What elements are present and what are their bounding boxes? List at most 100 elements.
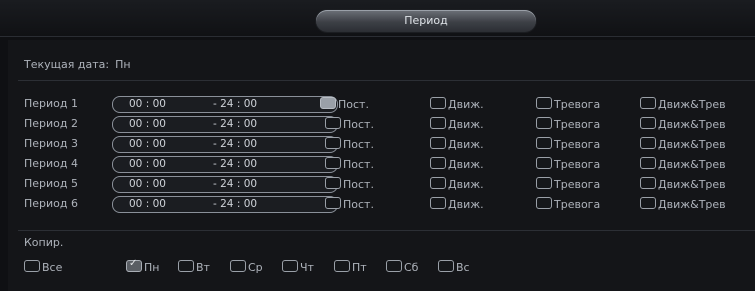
period-label: Период 6 bbox=[24, 197, 79, 210]
motion-alarm-checkbox[interactable]: Движ&Трев bbox=[640, 97, 726, 111]
motion-alarm-checkbox[interactable]: Движ&Трев bbox=[640, 197, 726, 211]
checkbox-checked-icon bbox=[126, 258, 142, 272]
post-checkbox[interactable]: Пост. bbox=[325, 117, 374, 131]
alarm-checkbox[interactable]: Тревога bbox=[536, 117, 600, 131]
copy-label: Копир. bbox=[24, 236, 64, 249]
checkbox-icon bbox=[178, 260, 194, 272]
period-time-range-input[interactable]: 00 : 00 - 24 : 00 bbox=[112, 96, 338, 113]
period-label: Период 3 bbox=[24, 137, 79, 150]
checkbox-icon bbox=[536, 117, 552, 129]
motion-checkbox[interactable]: Движ. bbox=[430, 97, 484, 111]
checkbox-icon bbox=[430, 97, 446, 109]
day-label: Пт bbox=[352, 261, 367, 274]
period-time-range-input[interactable]: 00 : 00 - 24 : 00 bbox=[112, 156, 338, 173]
checkbox-icon bbox=[325, 157, 341, 169]
motion-checkbox[interactable]: Движ. bbox=[430, 177, 484, 191]
alarm-checkbox[interactable]: Тревога bbox=[536, 177, 600, 191]
day-label: Ср bbox=[248, 261, 263, 274]
copy-day-mon[interactable]: Пн bbox=[126, 258, 159, 274]
motion-alarm-checkbox[interactable]: Движ&Трев bbox=[640, 177, 726, 191]
copy-day-thu[interactable]: Чт bbox=[282, 260, 314, 274]
title-bar: Период bbox=[0, 0, 755, 37]
post-checkbox[interactable]: Пост. bbox=[320, 97, 369, 111]
motion-checkbox[interactable]: Движ. bbox=[430, 197, 484, 211]
end-time[interactable]: - 24 : 00 bbox=[213, 97, 257, 112]
post-label: Пост. bbox=[343, 158, 374, 171]
current-date-value: Пн bbox=[115, 58, 131, 71]
copy-day-tue[interactable]: Вт bbox=[178, 260, 210, 274]
checkbox-icon bbox=[320, 97, 336, 109]
post-checkbox[interactable]: Пост. bbox=[325, 157, 374, 171]
start-time[interactable]: 00 : 00 bbox=[129, 157, 166, 172]
alarm-checkbox[interactable]: Тревога bbox=[536, 97, 600, 111]
motion-checkbox[interactable]: Движ. bbox=[430, 117, 484, 131]
copy-all-checkbox[interactable]: Все bbox=[24, 260, 62, 274]
checkbox-icon bbox=[536, 157, 552, 169]
period-time-range-input[interactable]: 00 : 00 - 24 : 00 bbox=[112, 196, 338, 213]
alarm-label: Тревога bbox=[554, 178, 601, 191]
motion-alarm-label: Движ&Трев bbox=[658, 98, 726, 111]
checkbox-icon bbox=[430, 177, 446, 189]
period-time-range-input[interactable]: 00 : 00 - 24 : 00 bbox=[112, 176, 338, 193]
checkbox-icon bbox=[536, 137, 552, 149]
start-time[interactable]: 00 : 00 bbox=[129, 97, 166, 112]
checkbox-icon bbox=[640, 137, 656, 149]
motion-alarm-checkbox[interactable]: Движ&Трев bbox=[640, 117, 726, 131]
copy-day-fri[interactable]: Пт bbox=[334, 260, 367, 274]
motion-label: Движ. bbox=[448, 98, 484, 111]
checkbox-icon bbox=[640, 97, 656, 109]
post-label: Пост. bbox=[338, 98, 369, 111]
end-time[interactable]: - 24 : 00 bbox=[213, 117, 257, 132]
checkbox-icon bbox=[640, 197, 656, 209]
end-time[interactable]: - 24 : 00 bbox=[213, 157, 257, 172]
period-row: Период 2 00 : 00 - 24 : 00 Пост. Движ. Тревог… bbox=[24, 116, 755, 133]
motion-alarm-label: Движ&Трев bbox=[658, 138, 726, 151]
start-time[interactable]: 00 : 00 bbox=[129, 137, 166, 152]
post-checkbox[interactable]: Пост. bbox=[325, 177, 374, 191]
period-label: Период 1 bbox=[24, 97, 79, 110]
start-time[interactable]: 00 : 00 bbox=[129, 177, 166, 192]
day-label: Вс bbox=[456, 261, 470, 274]
alarm-label: Тревога bbox=[554, 98, 601, 111]
post-checkbox[interactable]: Пост. bbox=[325, 197, 374, 211]
checkbox-icon bbox=[325, 117, 341, 129]
start-time[interactable]: 00 : 00 bbox=[129, 117, 166, 132]
period-row: Период 5 00 : 00 - 24 : 00 Пост. Движ. Тревог… bbox=[24, 176, 755, 193]
end-time[interactable]: - 24 : 00 bbox=[213, 177, 257, 192]
copy-day-sat[interactable]: Сб bbox=[386, 260, 418, 274]
copy-day-sun[interactable]: Вс bbox=[438, 260, 470, 274]
checkbox-icon bbox=[430, 117, 446, 129]
copy-days-row: Все Пн Вт Ср Чт Пт Сб Вс bbox=[24, 258, 755, 276]
motion-alarm-checkbox[interactable]: Движ&Трев bbox=[640, 157, 726, 171]
window-title: Период bbox=[316, 10, 536, 32]
period-time-range-input[interactable]: 00 : 00 - 24 : 00 bbox=[112, 136, 338, 153]
alarm-label: Тревога bbox=[554, 138, 601, 151]
checkbox-icon bbox=[430, 137, 446, 149]
motion-checkbox[interactable]: Движ. bbox=[430, 137, 484, 151]
post-label: Пост. bbox=[343, 178, 374, 191]
period-label: Период 4 bbox=[24, 157, 79, 170]
post-checkbox[interactable]: Пост. bbox=[325, 137, 374, 151]
copy-day-wed[interactable]: Ср bbox=[230, 260, 263, 274]
start-time[interactable]: 00 : 00 bbox=[129, 197, 166, 212]
period-time-range-input[interactable]: 00 : 00 - 24 : 00 bbox=[112, 116, 338, 133]
post-label: Пост. bbox=[343, 138, 374, 151]
motion-label: Движ. bbox=[448, 118, 484, 131]
checkbox-icon bbox=[536, 97, 552, 109]
end-time[interactable]: - 24 : 00 bbox=[213, 137, 257, 152]
alarm-checkbox[interactable]: Тревога bbox=[536, 157, 600, 171]
motion-alarm-label: Движ&Трев bbox=[658, 198, 726, 211]
motion-alarm-label: Движ&Трев bbox=[658, 118, 726, 131]
motion-alarm-checkbox[interactable]: Движ&Трев bbox=[640, 137, 726, 151]
alarm-label: Тревога bbox=[554, 118, 601, 131]
checkbox-icon bbox=[430, 197, 446, 209]
copy-all-label: Все bbox=[42, 261, 63, 274]
alarm-checkbox[interactable]: Тревога bbox=[536, 137, 600, 151]
checkbox-icon bbox=[282, 260, 298, 272]
current-date: Текущая дата: Пн bbox=[24, 58, 137, 71]
motion-checkbox[interactable]: Движ. bbox=[430, 157, 484, 171]
end-time[interactable]: - 24 : 00 bbox=[213, 197, 257, 212]
day-label: Вт bbox=[196, 261, 210, 274]
alarm-checkbox[interactable]: Тревога bbox=[536, 197, 600, 211]
motion-label: Движ. bbox=[448, 198, 484, 211]
